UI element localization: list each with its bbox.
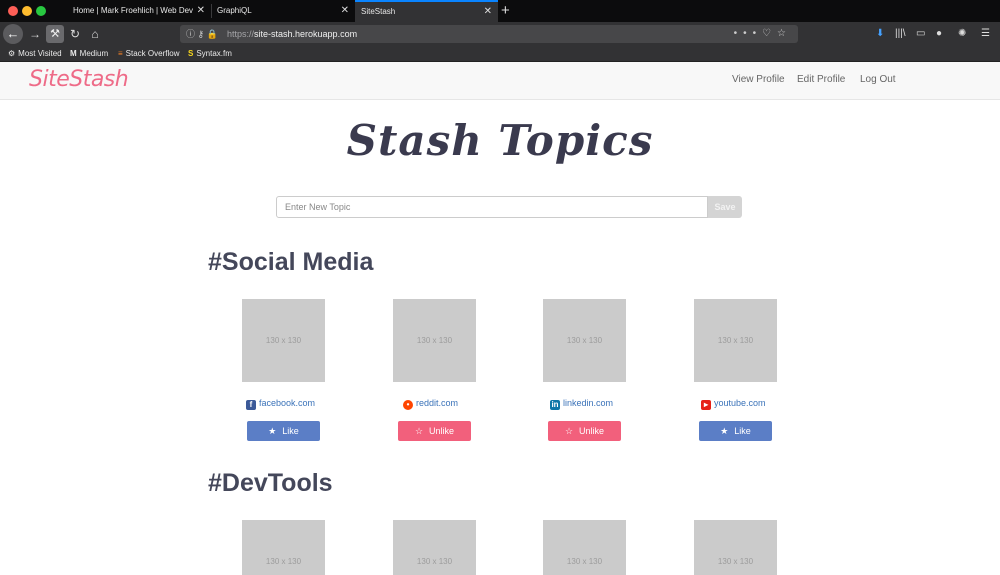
site-info-icon[interactable]: ⓘ ⚷ 🔒 <box>186 25 218 43</box>
bookmarks-bar: ⚙ Most Visited M Medium ≡ Stack Overflow SS… <box>0 46 1000 62</box>
view-profile-link[interactable]: View Profile <box>732 74 785 85</box>
star-outline-icon: ☆ <box>564 426 574 436</box>
star-filled-icon: ★ <box>268 426 277 436</box>
site-link-youtube[interactable]: ▸ youtube.com <box>701 398 766 410</box>
zoom-window-button[interactable] <box>36 6 46 16</box>
address-bar[interactable]: ⓘ ⚷ 🔒 https://site-stash.herokuapp.com •… <box>180 25 798 43</box>
site-thumbnail[interactable]: 130 x 130 <box>242 299 325 382</box>
log-out-link[interactable]: Log Out <box>860 74 896 85</box>
tab-graphiql[interactable]: GraphiQL ✕ <box>211 0 355 22</box>
close-icon[interactable]: ✕ <box>341 0 349 22</box>
reload-icon[interactable]: ↻ <box>66 25 84 43</box>
site-link-facebook[interactable]: f facebook.com <box>246 398 315 410</box>
unlike-button[interactable]: ☆ Unlike <box>548 421 621 441</box>
like-button[interactable]: ★ Like <box>699 421 772 441</box>
syntax-icon: S <box>188 49 194 58</box>
bookmark-most-visited[interactable]: ⚙ Most Visited <box>8 46 62 62</box>
tab-title: GraphiQL <box>217 6 252 15</box>
tab-sitestash[interactable]: SiteStash ✕ <box>355 0 498 22</box>
section-title: #DevTools <box>208 469 333 497</box>
new-topic-input[interactable] <box>276 196 708 218</box>
site-link-linkedin[interactable]: in linkedin.com <box>550 398 613 410</box>
section-title: #Social Media <box>208 248 374 276</box>
download-icon[interactable]: ⬇ <box>876 25 884 43</box>
brand-logo[interactable]: SiteStash <box>29 67 129 92</box>
site-thumbnail[interactable]: 130 x 130 <box>543 299 626 382</box>
youtube-icon: ▸ <box>701 400 711 410</box>
reddit-icon: • <box>403 400 413 410</box>
gear-icon: ⚙ <box>8 49 16 58</box>
page-actions-icon[interactable]: •••♡☆ <box>734 25 792 43</box>
medium-logo-icon: M <box>70 49 77 58</box>
minimize-window-button[interactable] <box>22 6 32 16</box>
close-window-button[interactable] <box>8 6 18 16</box>
linkedin-icon: in <box>550 400 560 410</box>
browser-tab-bar: Home | Mark Froehlich | Web Dev ✕ Graphi… <box>0 0 1000 22</box>
back-arrow-icon[interactable]: ← <box>3 24 23 44</box>
bookmark-stack-overflow[interactable]: ≡ Stack Overflow <box>118 46 179 62</box>
close-icon[interactable]: ✕ <box>197 0 205 22</box>
wrench-icon[interactable]: ⚒ <box>46 25 64 43</box>
site-thumbnail[interactable]: 130 x 130 <box>242 520 325 575</box>
edit-profile-link[interactable]: Edit Profile <box>797 74 845 85</box>
browser-toolbar: ← → ⚒ ↻ ⌂ ⓘ ⚷ 🔒 https://site-stash.herok… <box>0 22 1000 46</box>
facebook-icon: f <box>246 400 256 410</box>
site-thumbnail[interactable]: 130 x 130 <box>694 299 777 382</box>
sidebar-icon[interactable]: ▭ <box>916 25 925 43</box>
extension-icon[interactable]: ✺ <box>958 25 966 43</box>
site-link-reddit[interactable]: • reddit.com <box>403 398 458 410</box>
page-title: Stash Topics <box>346 116 654 165</box>
tab-title: Home | Mark Froehlich | Web Dev <box>73 6 194 15</box>
url-text[interactable]: https://site-stash.herokuapp.com <box>227 25 357 43</box>
home-icon[interactable]: ⌂ <box>86 25 104 43</box>
close-icon[interactable]: ✕ <box>484 2 492 22</box>
save-topic-button[interactable]: Save <box>708 196 742 218</box>
new-tab-button[interactable]: + <box>501 0 510 22</box>
forward-arrow-icon[interactable]: → <box>26 25 44 43</box>
tab-home[interactable]: Home | Mark Froehlich | Web Dev ✕ <box>67 0 211 22</box>
unlike-button[interactable]: ☆ Unlike <box>398 421 471 441</box>
site-thumbnail[interactable]: 130 x 130 <box>694 520 777 575</box>
account-icon[interactable]: ● <box>936 25 942 43</box>
site-thumbnail[interactable]: 130 x 130 <box>393 520 476 575</box>
star-filled-icon: ★ <box>720 426 729 436</box>
site-thumbnail[interactable]: 130 x 130 <box>543 520 626 575</box>
like-button[interactable]: ★ Like <box>247 421 320 441</box>
stackoverflow-icon: ≡ <box>118 49 123 58</box>
menu-icon[interactable]: ☰ <box>981 25 990 43</box>
star-outline-icon: ☆ <box>414 426 424 436</box>
tab-title: SiteStash <box>361 7 396 16</box>
site-thumbnail[interactable]: 130 x 130 <box>393 299 476 382</box>
site-navbar: SiteStash View Profile Edit Profile Log … <box>0 62 1000 100</box>
library-icon[interactable]: |||\ <box>895 25 906 43</box>
bookmark-medium[interactable]: M Medium <box>70 46 108 62</box>
bookmark-syntax-fm[interactable]: S Syntax.fm <box>188 46 232 62</box>
